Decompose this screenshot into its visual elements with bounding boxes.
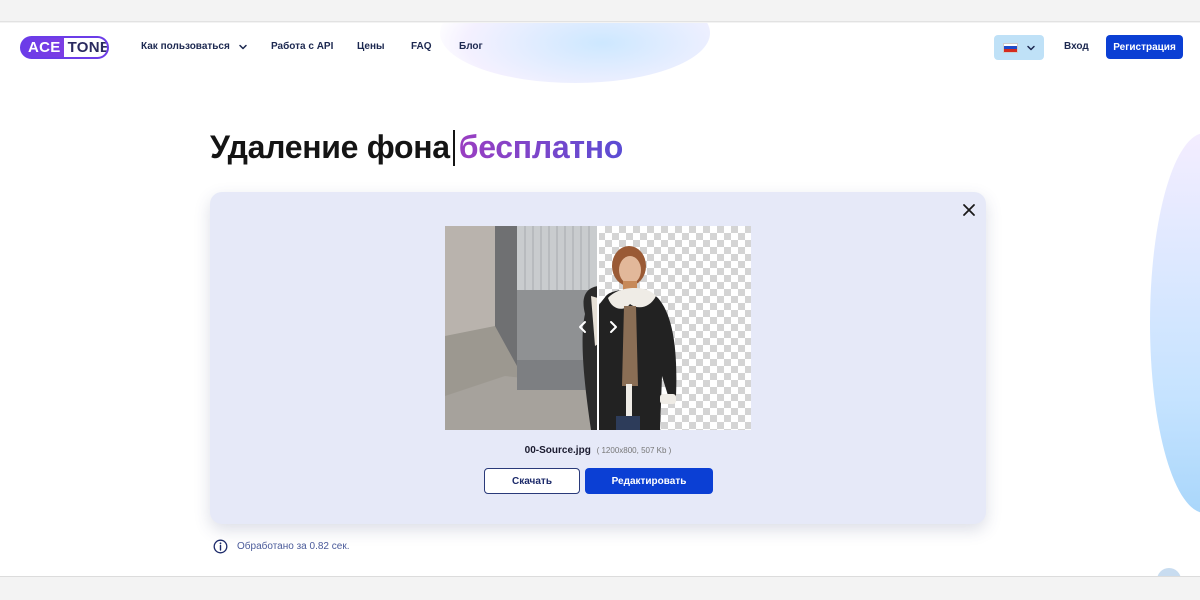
chevron-down-icon <box>1026 45 1035 50</box>
login-link[interactable]: Вход <box>1064 41 1089 52</box>
page-title: Удаление фона бесплатно <box>210 129 623 166</box>
file-info: 00-Source.jpg ( 1200x800, 507 Kb ) <box>210 445 986 456</box>
file-name: 00-Source.jpg <box>524 445 591 456</box>
nav-blog[interactable]: Блог <box>459 41 483 52</box>
nav-pricing[interactable]: Цены <box>357 41 385 52</box>
browser-top-strip <box>0 0 1200 22</box>
chevron-down-icon <box>239 44 247 49</box>
text-cursor <box>452 129 455 166</box>
processing-time-text: Обработано за 0.82 сек. <box>237 541 350 552</box>
language-selector[interactable] <box>994 35 1044 60</box>
nav-how-to-use-label: Как пользоваться <box>141 41 230 52</box>
comparison-divider[interactable] <box>597 226 599 430</box>
signup-button[interactable]: Регистрация <box>1106 35 1183 59</box>
chevron-left-icon[interactable] <box>576 320 590 334</box>
decorative-blob-top <box>440 23 710 83</box>
logo-tone: TONE <box>63 38 107 57</box>
flag-russia-icon <box>1002 42 1018 53</box>
logo[interactable]: ACE TONE <box>20 36 109 59</box>
chevron-right-icon[interactable] <box>606 320 620 334</box>
decorative-blob-right <box>1150 133 1200 513</box>
file-meta: ( 1200x800, 507 Kb ) <box>596 446 672 455</box>
download-button[interactable]: Скачать <box>484 468 580 494</box>
logo-ace: ACE <box>28 39 61 56</box>
before-after-preview[interactable] <box>445 226 751 430</box>
processing-status: Обработано за 0.82 сек. <box>213 539 349 554</box>
page: ACE TONE Как пользоваться Работа с API Ц… <box>0 23 1200 576</box>
nav-faq[interactable]: FAQ <box>411 41 432 52</box>
page-title-main: Удаление фона <box>210 129 450 165</box>
result-card: 00-Source.jpg ( 1200x800, 507 Kb ) Скача… <box>210 192 986 524</box>
info-icon <box>213 539 228 554</box>
chat-button[interactable] <box>1157 568 1181 576</box>
processed-image <box>598 226 751 430</box>
nav-how-to-use[interactable]: Как пользоваться <box>141 41 248 52</box>
edit-button[interactable]: Редактировать <box>585 468 713 494</box>
browser-bottom-strip <box>0 576 1200 600</box>
close-icon[interactable] <box>962 203 976 217</box>
page-title-accent: бесплатно <box>458 129 624 165</box>
nav-api[interactable]: Работа с API <box>271 41 333 52</box>
